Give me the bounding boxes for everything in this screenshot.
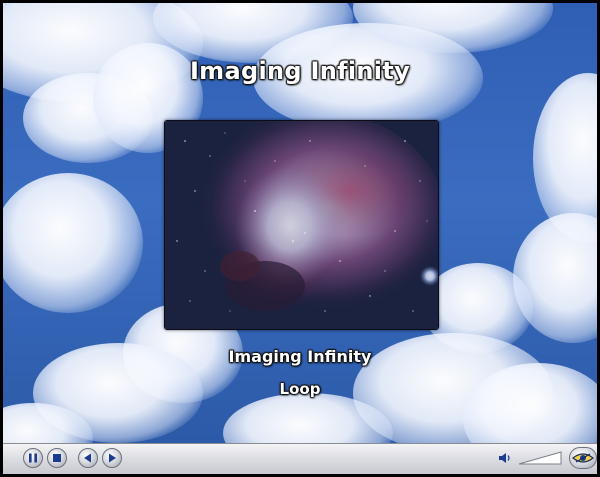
- next-button[interactable]: [102, 448, 122, 468]
- stop-button[interactable]: [47, 448, 67, 468]
- stop-icon: [53, 454, 61, 462]
- next-icon: [109, 453, 116, 463]
- nebula-picture: [165, 121, 438, 329]
- previous-button[interactable]: [78, 448, 98, 468]
- sky-background: Imaging Infinity Imaging Infinity Loop: [3, 3, 597, 444]
- slide-caption: Imaging Infinity: [228, 347, 372, 366]
- pause-button[interactable]: [23, 448, 43, 468]
- previous-icon: [84, 453, 91, 463]
- nebula-image: [164, 120, 439, 330]
- speaker-icon[interactable]: [497, 450, 513, 466]
- volume-slider[interactable]: [518, 450, 562, 466]
- player-control-bar: [3, 443, 597, 474]
- slideshow-window: Imaging Infinity Imaging Infinity Loop: [0, 0, 600, 477]
- cloud: [3, 173, 143, 313]
- view-mode-button[interactable]: [569, 447, 597, 469]
- eye-icon: [572, 453, 594, 463]
- slide-subcaption: Loop: [279, 380, 321, 398]
- pause-icon: [29, 453, 37, 463]
- slide-title: Imaging Infinity: [189, 57, 411, 85]
